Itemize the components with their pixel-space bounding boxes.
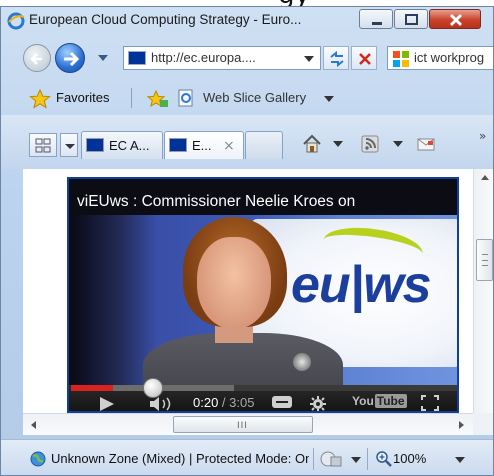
back-arrow-icon: [30, 53, 42, 65]
fullscreen-icon[interactable]: [421, 395, 439, 411]
web-slice-icon: [178, 89, 193, 107]
speaker-face: [197, 237, 271, 329]
forward-arrow-icon: [64, 51, 80, 67]
video-title[interactable]: viEUws : Commissioner Neelie Kroes on: [77, 193, 355, 211]
scroll-up-arrow-icon[interactable]: [481, 175, 489, 180]
zoom-dropdown-icon[interactable]: [455, 457, 465, 463]
zoom-icon[interactable]: [375, 450, 393, 468]
video-frame[interactable]: eu|ws: [73, 215, 457, 385]
maximize-button[interactable]: [394, 9, 428, 29]
stop-button[interactable]: [351, 46, 377, 70]
tab-label: E...: [192, 138, 212, 153]
status-separator: [313, 448, 314, 470]
progress-played: [71, 385, 113, 391]
tab-active[interactable]: E... ×: [164, 131, 244, 159]
current-time: 0:20: [193, 395, 219, 410]
web-slice-dropdown-icon[interactable]: [324, 96, 334, 102]
zoom-level[interactable]: 100%: [393, 451, 426, 466]
maximize-icon: [405, 14, 418, 25]
address-dropdown-icon[interactable]: [304, 56, 314, 62]
time-display: 0:20 / 3:05: [193, 395, 254, 410]
window-title: European Cloud Computing Strategy - Euro…: [29, 12, 302, 27]
close-button[interactable]: [429, 9, 481, 29]
home-icon[interactable]: [301, 133, 323, 155]
bing-search-icon: [393, 51, 409, 67]
recent-pages-dropdown-icon[interactable]: [98, 55, 108, 61]
tab-list-icon: [65, 144, 75, 149]
close-icon: [449, 13, 463, 27]
horizontal-scroll-thumb[interactable]: III: [173, 416, 313, 433]
video-controls: 0:20 / 3:05 You Tube: [69, 378, 457, 413]
status-separator: [367, 448, 368, 470]
tab-close-icon[interactable]: ×: [223, 138, 235, 154]
video-player[interactable]: viEUws : Commissioner Neelie Kroes on eu…: [67, 177, 459, 413]
favorites-button-label[interactable]: Favorites: [56, 90, 109, 105]
scroll-grip: III: [237, 421, 248, 431]
horizontal-scrollbar[interactable]: III: [23, 413, 473, 435]
time-separator: /: [218, 395, 230, 410]
web-slice-gallery-label[interactable]: Web Slice Gallery: [203, 90, 306, 105]
youtube-logo[interactable]: You Tube: [352, 394, 407, 408]
rss-feed-icon[interactable]: [359, 133, 381, 155]
new-tab-button[interactable]: [245, 131, 283, 159]
quick-tabs-icon: [35, 138, 51, 153]
scrollbar-corner: [473, 413, 493, 435]
minimize-icon: [372, 22, 382, 25]
security-icon[interactable]: [319, 450, 345, 468]
quick-tabs-button[interactable]: [29, 133, 57, 157]
add-favorites-icon[interactable]: [146, 89, 170, 109]
progress-bar[interactable]: [71, 378, 457, 398]
stop-icon: [359, 53, 371, 65]
address-text: http://ec.europa....: [151, 50, 256, 65]
favorites-separator: [131, 88, 132, 108]
eu-flag-icon: [169, 138, 187, 152]
refresh-button[interactable]: [323, 46, 349, 70]
vieuws-logo: eu|ws: [291, 256, 432, 314]
settings-gear-icon[interactable]: [309, 395, 327, 413]
youtube-logo-word-2: Tube: [374, 394, 407, 408]
eu-flag-icon: [86, 138, 104, 152]
page-content: viEUws : Commissioner Neelie Kroes on eu…: [23, 169, 473, 413]
youtube-logo-word-1: You: [352, 394, 374, 408]
security-dropdown-icon[interactable]: [351, 457, 361, 463]
forward-button[interactable]: [55, 43, 85, 73]
feed-dropdown-icon[interactable]: [393, 141, 403, 147]
eu-flag-icon: [128, 51, 146, 65]
status-bar: Unknown Zone (Mixed) | Protected Mode: O…: [1, 439, 493, 475]
tab-list-button[interactable]: [60, 133, 78, 157]
favorites-bar: Favorites Web Slice Gallery: [1, 83, 493, 113]
volume-icon[interactable]: [149, 395, 175, 413]
address-bar[interactable]: http://ec.europa....: [123, 46, 321, 70]
scroll-left-arrow-icon[interactable]: [31, 421, 36, 429]
home-dropdown-icon[interactable]: [333, 141, 343, 147]
play-icon[interactable]: [99, 396, 115, 412]
search-text: ict workprog: [414, 50, 485, 65]
globe-zone-icon: [30, 451, 46, 467]
navigation-bar: http://ec.europa.... ict workprog: [1, 40, 493, 74]
security-zone-text[interactable]: Unknown Zone (Mixed) | Protected Mode: O…: [51, 451, 309, 466]
minimize-button[interactable]: [359, 9, 393, 29]
back-button[interactable]: [23, 44, 51, 72]
tab-ec-a[interactable]: EC A...: [81, 131, 163, 159]
browser-window: European Cloud Computing Strategy - Euro…: [0, 6, 494, 476]
vertical-scrollbar[interactable]: [473, 169, 493, 413]
duration: 3:05: [229, 395, 255, 410]
search-box[interactable]: ict workprog: [387, 46, 493, 70]
captions-icon[interactable]: [271, 395, 293, 409]
refresh-icon: [330, 50, 344, 68]
ie-app-icon: [7, 12, 25, 30]
title-bar: European Cloud Computing Strategy - Euro…: [1, 7, 493, 35]
mail-icon[interactable]: [415, 133, 437, 155]
scroll-right-arrow-icon[interactable]: [459, 421, 464, 429]
scroll-grip: [482, 254, 488, 266]
tab-bar: EC A... E... × »: [1, 115, 493, 169]
favorites-star-icon[interactable]: [29, 89, 51, 109]
speaker-brooch: [293, 353, 311, 371]
tab-label: EC A...: [109, 138, 150, 153]
vertical-scroll-thumb[interactable]: [476, 239, 493, 281]
toolbar-overflow-chevron[interactable]: »: [479, 129, 486, 143]
